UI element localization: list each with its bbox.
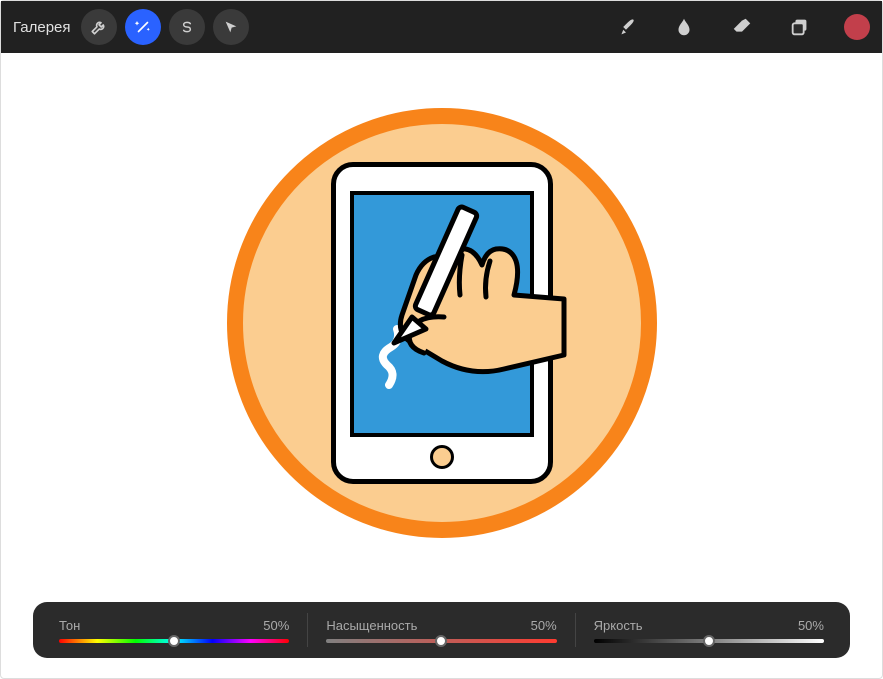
divider — [575, 613, 576, 647]
tablet-screen — [350, 191, 534, 437]
tablet-home-button — [430, 445, 454, 469]
brightness-slider[interactable] — [594, 639, 824, 643]
brightness-slider-group: Яркость 50% — [588, 618, 830, 643]
hue-label: Тон — [59, 618, 80, 633]
s-icon — [179, 19, 195, 35]
wand-icon — [134, 18, 152, 36]
eraser-icon — [731, 16, 753, 38]
color-picker-button[interactable] — [844, 14, 870, 40]
hue-value: 50% — [263, 618, 289, 633]
smudge-icon — [673, 16, 695, 38]
saturation-thumb[interactable] — [435, 635, 447, 647]
layers-button[interactable] — [782, 9, 818, 45]
smudge-button[interactable] — [666, 9, 702, 45]
top-toolbar: Галерея — [1, 1, 882, 53]
eraser-button[interactable] — [724, 9, 760, 45]
wrench-icon — [90, 18, 108, 36]
hue-thumb[interactable] — [168, 635, 180, 647]
saturation-slider-group: Насыщенность 50% — [320, 618, 562, 643]
hue-slider-group: Тон 50% — [53, 618, 295, 643]
canvas[interactable] — [1, 53, 882, 593]
hue-slider[interactable] — [59, 639, 289, 643]
wrench-button[interactable] — [81, 9, 117, 45]
artwork-circle — [227, 108, 657, 538]
divider — [307, 613, 308, 647]
hand-drawing-icon — [294, 177, 594, 437]
cursor-icon — [223, 19, 239, 35]
adjustments-panel: Тон 50% Насыщенность 50% Яркость 50% — [33, 602, 850, 658]
saturation-slider[interactable] — [326, 639, 556, 643]
brightness-label: Яркость — [594, 618, 643, 633]
magic-wand-button[interactable] — [125, 9, 161, 45]
brush-icon — [615, 16, 637, 38]
brightness-value: 50% — [798, 618, 824, 633]
selection-button[interactable] — [169, 9, 205, 45]
saturation-value: 50% — [531, 618, 557, 633]
brightness-thumb[interactable] — [703, 635, 715, 647]
layers-icon — [789, 16, 811, 38]
gallery-button[interactable]: Галерея — [13, 19, 71, 36]
tablet-illustration — [331, 162, 553, 484]
transform-button[interactable] — [213, 9, 249, 45]
brush-button[interactable] — [608, 9, 644, 45]
saturation-label: Насыщенность — [326, 618, 417, 633]
